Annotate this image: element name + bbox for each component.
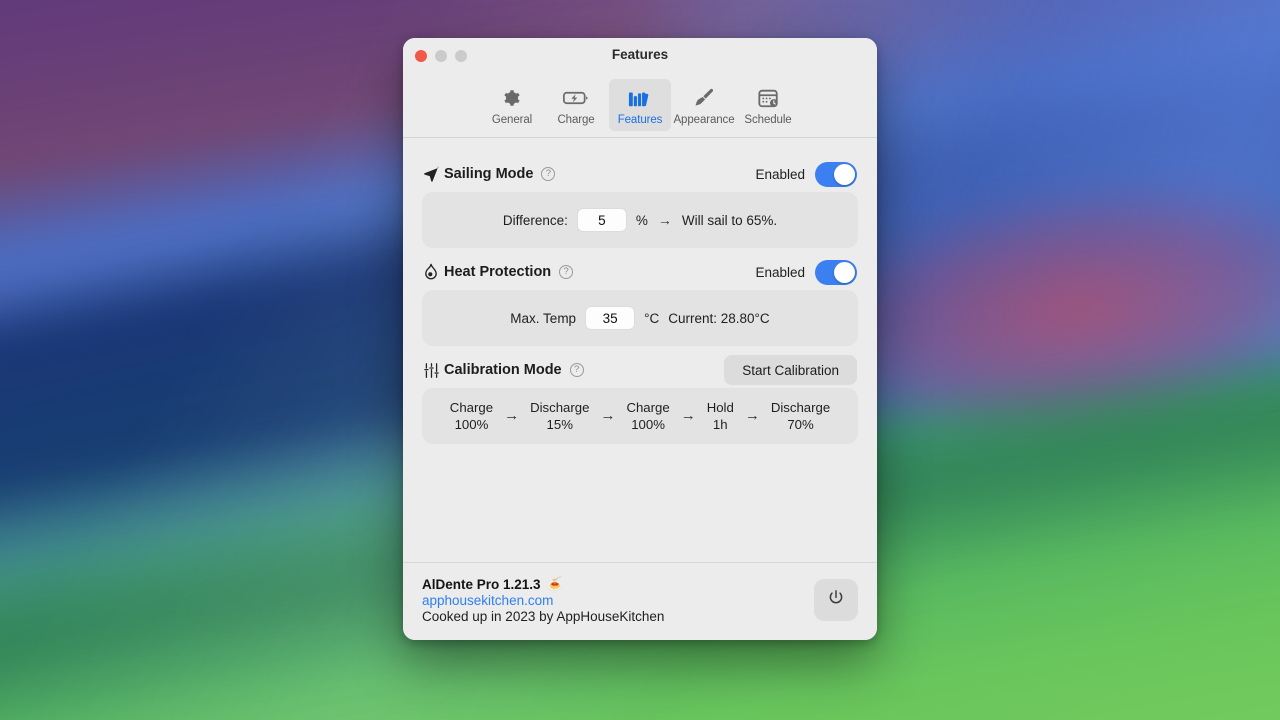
calibration-step-value: 100% bbox=[455, 416, 489, 433]
heat-protection-panel: Max. Temp °C Current: 28.80°C bbox=[422, 290, 858, 346]
arrow-right-icon: → bbox=[745, 407, 760, 425]
app-name-label: AlDente Pro 1.21.3 bbox=[422, 577, 541, 592]
calibration-mode-help-icon[interactable]: ? bbox=[570, 363, 584, 377]
sailing-result-text: Will sail to 65%. bbox=[682, 213, 777, 228]
calibration-step: Discharge15% bbox=[530, 399, 589, 434]
start-calibration-button[interactable]: Start Calibration bbox=[724, 355, 857, 385]
calibration-step-value: 1h bbox=[713, 416, 728, 433]
sailing-difference-row: Difference: % → Will sail to 65%. bbox=[503, 208, 777, 232]
tab-charge[interactable]: Charge bbox=[545, 79, 607, 131]
calibration-mode-controls: Start Calibration bbox=[724, 355, 857, 385]
tab-schedule[interactable]: Schedule bbox=[737, 79, 799, 131]
tab-charge-label: Charge bbox=[557, 114, 594, 126]
calibration-step-action: Charge bbox=[450, 399, 493, 416]
footer-text-block: AlDente Pro 1.21.3 🍝 apphousekitchen.com… bbox=[422, 576, 664, 624]
paper-plane-icon bbox=[423, 166, 442, 183]
paintbrush-icon bbox=[692, 85, 716, 110]
tab-general[interactable]: General bbox=[481, 79, 543, 131]
arrow-right-icon: → bbox=[657, 212, 673, 228]
sailing-mode-help-icon[interactable]: ? bbox=[541, 167, 555, 181]
tab-appearance[interactable]: Appearance bbox=[673, 79, 735, 131]
current-temp-text: Current: 28.80°C bbox=[668, 311, 769, 326]
arrow-right-icon: → bbox=[600, 407, 615, 425]
calibration-mode-header: Calibration Mode ? Start Calibration bbox=[422, 352, 858, 388]
calendar-clock-icon bbox=[757, 85, 780, 110]
calibration-step-flow: Charge100%→Discharge15%→Charge100%→Hold1… bbox=[436, 399, 844, 434]
max-temp-label: Max. Temp bbox=[510, 311, 576, 326]
calibration-step: Hold1h bbox=[707, 399, 734, 434]
calibration-flow-panel: Charge100%→Discharge15%→Charge100%→Hold1… bbox=[422, 388, 858, 444]
sailing-mode-toggle[interactable] bbox=[815, 162, 857, 187]
arrow-right-icon: → bbox=[681, 407, 696, 425]
credit-text: Cooked up in 2023 by AppHouseKitchen bbox=[422, 609, 664, 624]
calibration-step-action: Discharge bbox=[530, 399, 589, 416]
window-titlebar[interactable]: Features bbox=[403, 38, 877, 75]
tab-features-label: Features bbox=[618, 114, 663, 126]
pasta-emoji-icon: 🍝 bbox=[547, 576, 563, 592]
section-sailing-mode: Sailing Mode ? Enabled Difference: % → W… bbox=[422, 156, 858, 248]
app-name-row: AlDente Pro 1.21.3 🍝 bbox=[422, 576, 664, 592]
app-footer: AlDente Pro 1.21.3 🍝 apphousekitchen.com… bbox=[403, 562, 877, 640]
calibration-step-action: Discharge bbox=[771, 399, 830, 416]
calibration-step-value: 15% bbox=[547, 416, 573, 433]
heat-protection-help-icon[interactable]: ? bbox=[559, 265, 573, 279]
calibration-step: Charge100% bbox=[626, 399, 669, 434]
max-temp-row: Max. Temp °C Current: 28.80°C bbox=[510, 306, 769, 330]
books-icon bbox=[628, 85, 652, 110]
tab-general-label: General bbox=[492, 114, 532, 126]
window-title: Features bbox=[403, 47, 877, 62]
tab-appearance-label: Appearance bbox=[673, 114, 734, 126]
calibration-mode-title: Calibration Mode bbox=[444, 362, 562, 378]
toggle-knob bbox=[834, 262, 855, 283]
preferences-toolbar: General Charge bbox=[403, 75, 877, 138]
heat-protection-toggle[interactable] bbox=[815, 260, 857, 285]
max-temp-unit: °C bbox=[644, 311, 659, 326]
heat-protection-toggle-label: Enabled bbox=[755, 265, 805, 280]
calibration-step-value: 100% bbox=[631, 416, 665, 433]
difference-input[interactable] bbox=[577, 208, 627, 232]
sailing-mode-title: Sailing Mode bbox=[444, 166, 533, 182]
sliders-icon bbox=[423, 362, 442, 379]
desktop-wallpaper: Features General bbox=[0, 0, 1280, 720]
calibration-step-value: 70% bbox=[787, 416, 813, 433]
heat-protection-title: Heat Protection bbox=[444, 264, 551, 280]
arrow-right-icon: → bbox=[504, 407, 519, 425]
toggle-knob bbox=[834, 164, 855, 185]
sailing-mode-header: Sailing Mode ? Enabled bbox=[422, 156, 858, 192]
calibration-step-action: Hold bbox=[707, 399, 734, 416]
calibration-step-action: Charge bbox=[626, 399, 669, 416]
gear-icon bbox=[501, 85, 523, 110]
heat-protection-header: Heat Protection ? Enabled bbox=[422, 254, 858, 290]
flame-icon bbox=[423, 263, 442, 281]
sailing-mode-toggle-label: Enabled bbox=[755, 167, 805, 182]
features-content: Sailing Mode ? Enabled Difference: % → W… bbox=[403, 138, 877, 562]
tab-features[interactable]: Features bbox=[609, 79, 671, 131]
section-calibration-mode: Calibration Mode ? Start Calibration Cha… bbox=[422, 352, 858, 444]
app-window: Features General bbox=[403, 38, 877, 640]
power-button[interactable] bbox=[814, 579, 858, 621]
calibration-step: Charge100% bbox=[450, 399, 493, 434]
section-heat-protection: Heat Protection ? Enabled Max. Temp °C C… bbox=[422, 254, 858, 346]
tab-schedule-label: Schedule bbox=[744, 114, 791, 126]
difference-unit: % bbox=[636, 213, 648, 228]
battery-bolt-icon bbox=[563, 85, 589, 110]
website-link[interactable]: apphousekitchen.com bbox=[422, 593, 553, 608]
max-temp-input[interactable] bbox=[585, 306, 635, 330]
difference-label: Difference: bbox=[503, 213, 568, 228]
calibration-step: Discharge70% bbox=[771, 399, 830, 434]
power-icon bbox=[826, 588, 846, 613]
sailing-mode-panel: Difference: % → Will sail to 65%. bbox=[422, 192, 858, 248]
heat-protection-controls: Enabled bbox=[755, 260, 857, 285]
sailing-mode-controls: Enabled bbox=[755, 162, 857, 187]
